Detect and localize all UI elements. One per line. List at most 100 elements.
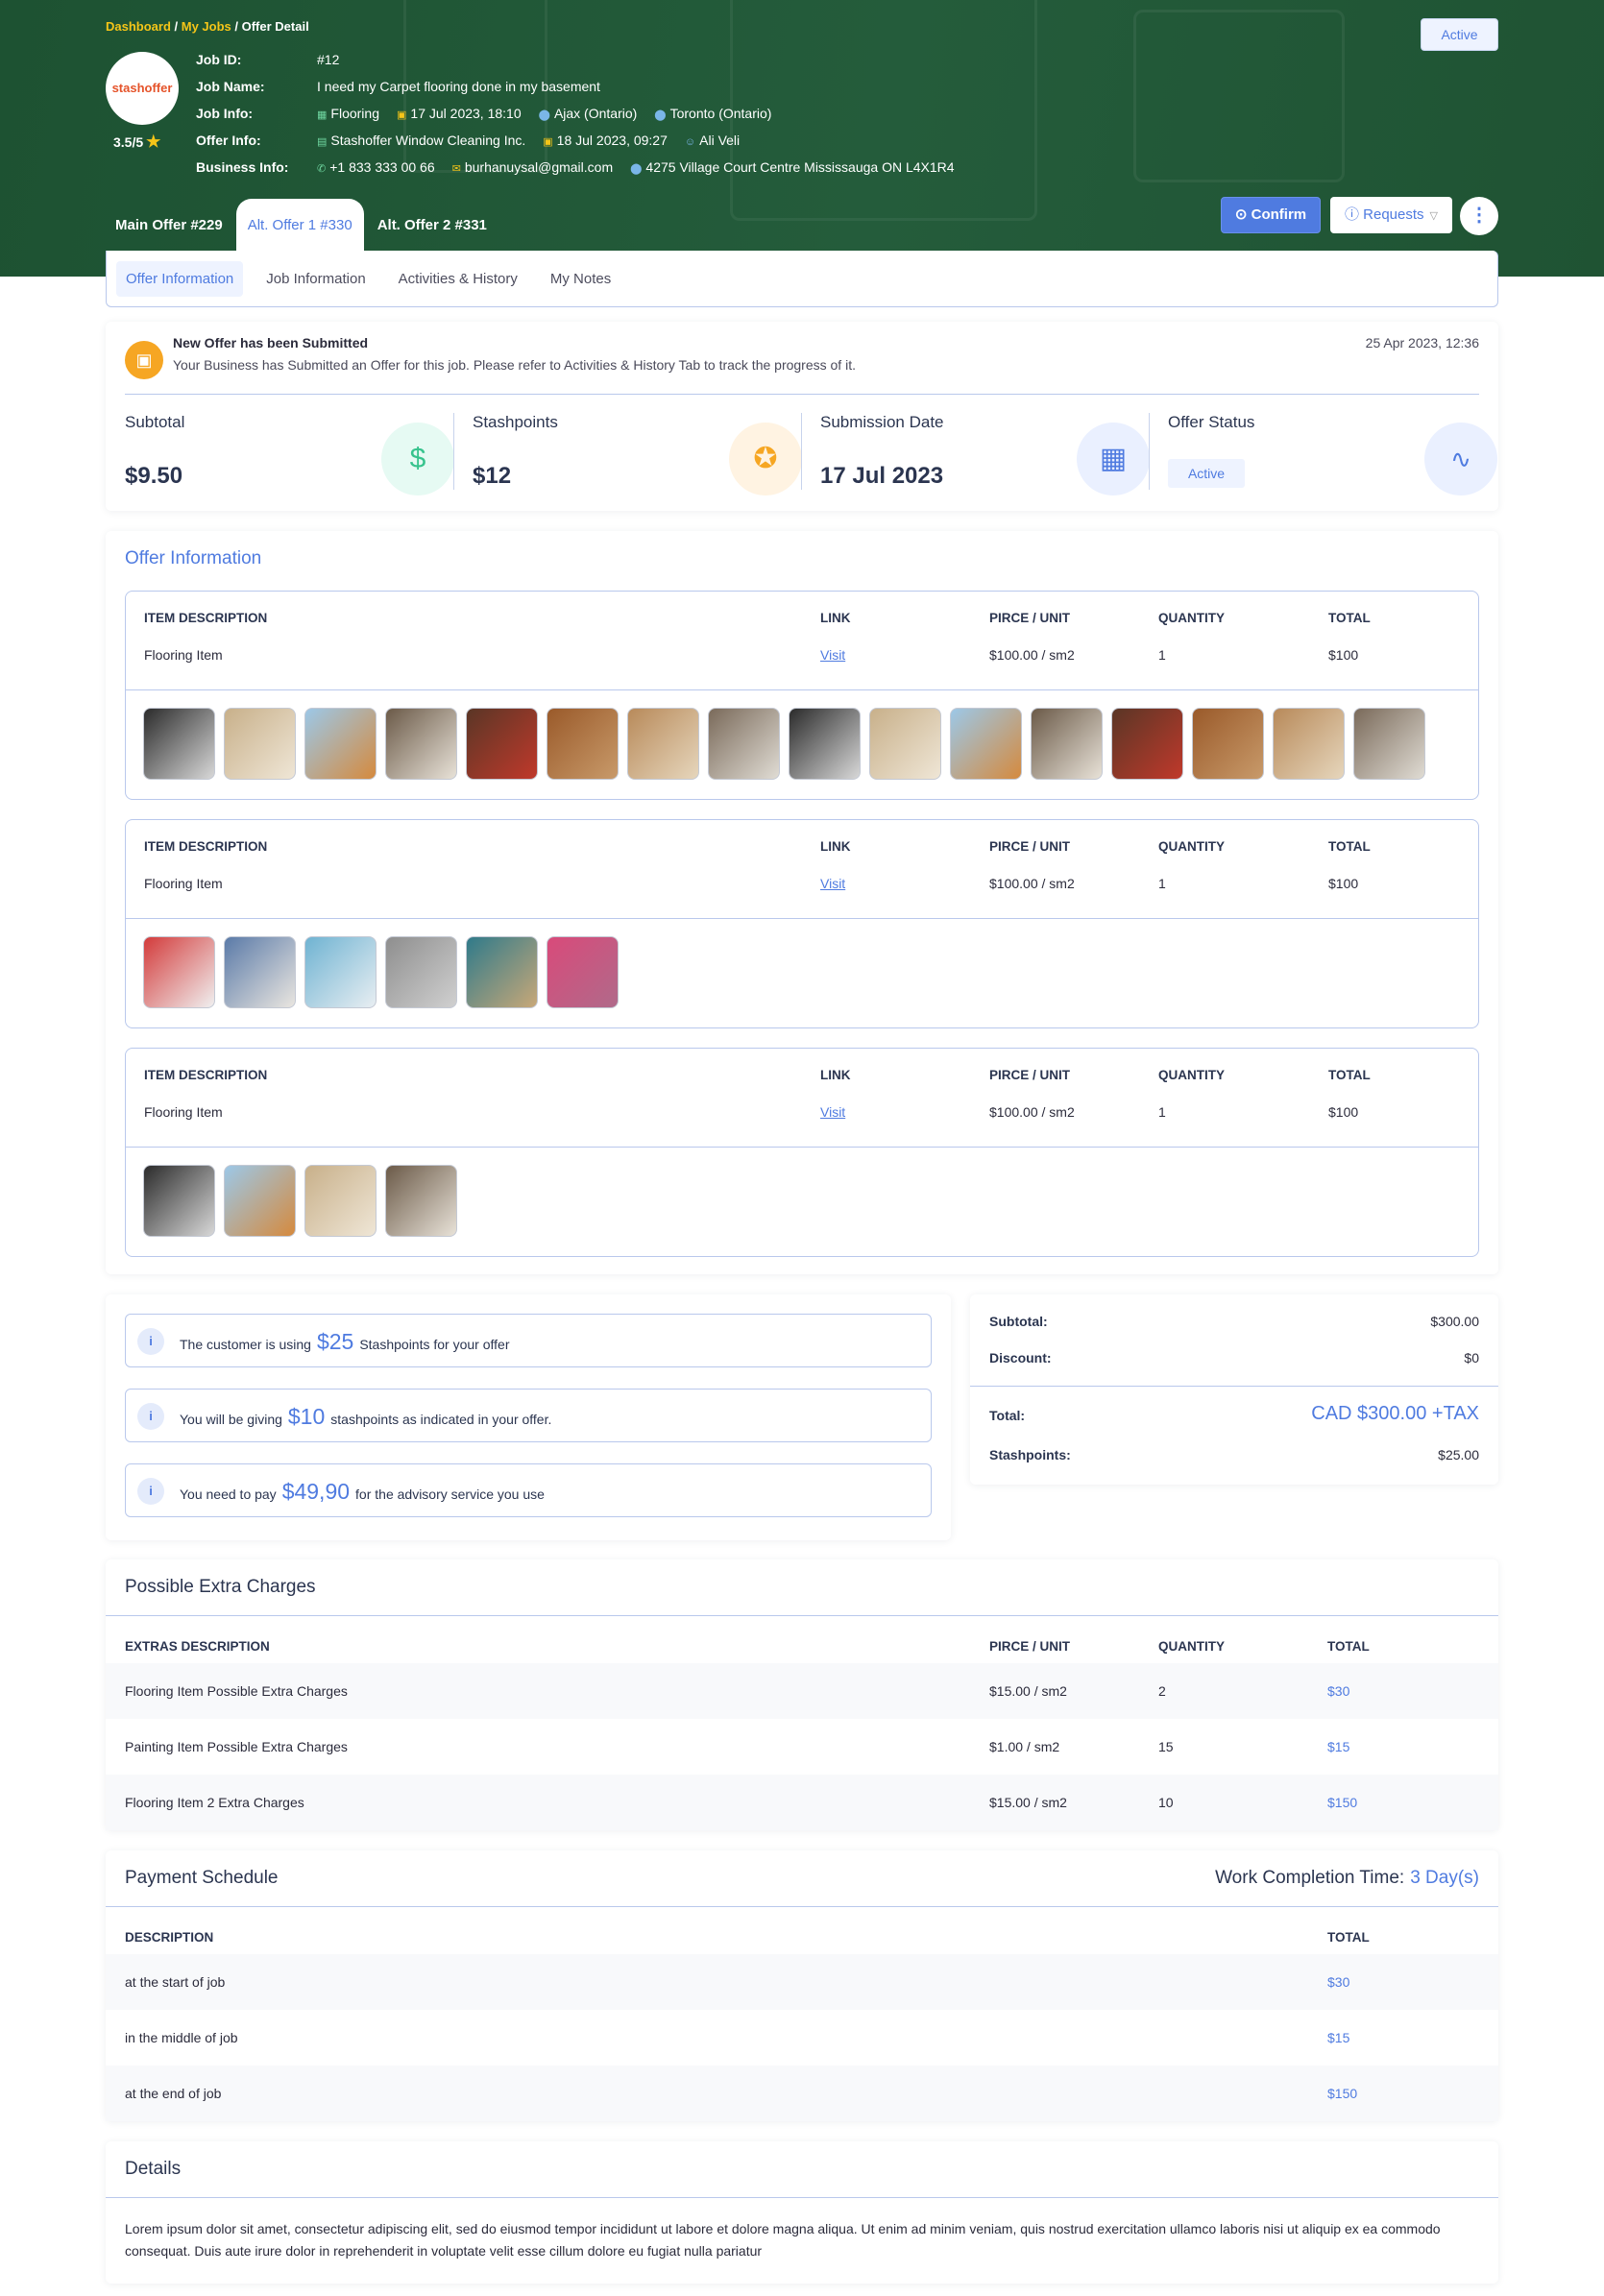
breadcrumb-dashboard[interactable]: Dashboard bbox=[106, 19, 171, 34]
item-price: $100.00 / sm2 bbox=[989, 647, 1075, 663]
tab-my-notes[interactable]: My Notes bbox=[541, 261, 620, 297]
item-photo-thumbnail[interactable] bbox=[1353, 708, 1425, 780]
item-photo-thumbnail[interactable] bbox=[143, 1165, 215, 1237]
visit-link[interactable]: Visit bbox=[820, 647, 845, 663]
item-photo-thumbnail[interactable] bbox=[869, 708, 941, 780]
info-note: i You need to pay $49,90 for the advisory … bbox=[125, 1463, 932, 1517]
section-title: Offer Information bbox=[125, 548, 262, 568]
order-summary-card: Subtotal: $300.00 Discount: $0 Total: CAD $… bbox=[970, 1294, 1498, 1485]
item-photo-thumbnail[interactable] bbox=[385, 936, 457, 1008]
section-title: Payment Schedule bbox=[125, 1868, 279, 1888]
section-title: Details bbox=[125, 2159, 182, 2179]
info-note: i The customer is using $25 Stashpoints fo… bbox=[125, 1314, 932, 1367]
tab-alt-offer-2[interactable]: Alt. Offer 2 #331 bbox=[368, 199, 497, 252]
item-quantity: 1 bbox=[1158, 647, 1166, 663]
item-photos bbox=[143, 708, 1425, 780]
star-icon: ★ bbox=[146, 133, 161, 151]
item-description: Flooring Item bbox=[144, 647, 223, 663]
item-photo-thumbnail[interactable] bbox=[466, 708, 538, 780]
tab-main-offer[interactable]: Main Offer #229 bbox=[106, 199, 232, 252]
item-price: $100.00 / sm2 bbox=[989, 876, 1075, 891]
item-photo-thumbnail[interactable] bbox=[547, 708, 619, 780]
stat-stashpoints: Stashpoints $12 ✪ bbox=[453, 413, 821, 499]
calendar-icon: ▣ bbox=[397, 109, 407, 121]
info-note: i You will be giving $10 stashpoints as in… bbox=[125, 1389, 932, 1442]
item-quantity: 1 bbox=[1158, 876, 1166, 891]
section-title: Possible Extra Charges bbox=[125, 1577, 316, 1597]
item-price: $100.00 / sm2 bbox=[989, 1104, 1075, 1120]
calendar-icon: ▣ bbox=[543, 136, 553, 148]
location-pin-icon: ⬤ bbox=[654, 109, 667, 121]
item-photo-thumbnail[interactable] bbox=[1273, 708, 1345, 780]
tab-job-information[interactable]: Job Information bbox=[256, 261, 375, 297]
breadcrumb: Dashboard / My Jobs / Offer Detail bbox=[106, 19, 309, 34]
requests-dropdown[interactable]: ⓘ Requests ▽ bbox=[1330, 197, 1452, 233]
offer-item: ITEM DESCRIPTION LINK PIRCE / UNIT QUANT… bbox=[125, 1048, 1479, 1257]
item-photo-thumbnail[interactable] bbox=[789, 708, 861, 780]
tab-activities-history[interactable]: Activities & History bbox=[389, 261, 527, 297]
phone-icon: ✆ bbox=[317, 163, 327, 175]
details-text: Lorem ipsum dolor sit amet, consectetur … bbox=[125, 2221, 1441, 2259]
stat-subtotal: Subtotal $9.50 $ bbox=[125, 413, 474, 499]
table-row: at the start of job $30 bbox=[106, 1954, 1498, 2010]
item-photo-thumbnail[interactable] bbox=[304, 936, 377, 1008]
check-circle-icon: ⊙ bbox=[1234, 206, 1252, 223]
item-photo-thumbnail[interactable] bbox=[627, 708, 699, 780]
item-total: $100 bbox=[1328, 1104, 1359, 1120]
info-icon: i bbox=[137, 1403, 164, 1430]
item-photo-thumbnail[interactable] bbox=[143, 936, 215, 1008]
item-photo-thumbnail[interactable] bbox=[304, 708, 377, 780]
item-photo-thumbnail[interactable] bbox=[385, 708, 457, 780]
mail-icon: ✉ bbox=[451, 163, 461, 175]
item-photo-thumbnail[interactable] bbox=[1192, 708, 1264, 780]
breadcrumb-my-jobs[interactable]: My Jobs bbox=[182, 19, 231, 34]
more-options-button[interactable]: ⋮ bbox=[1460, 197, 1498, 235]
item-photo-thumbnail[interactable] bbox=[1031, 708, 1103, 780]
tab-offer-information[interactable]: Offer Information bbox=[116, 260, 244, 297]
table-row: at the end of job $150 bbox=[106, 2066, 1498, 2121]
notice-card: ▣ New Offer has been Submitted Your Busi… bbox=[106, 322, 1498, 511]
calendar-icon: ▦ bbox=[1077, 423, 1150, 495]
item-photo-thumbnail[interactable] bbox=[1111, 708, 1183, 780]
item-quantity: 1 bbox=[1158, 1104, 1166, 1120]
item-photo-thumbnail[interactable] bbox=[224, 708, 296, 780]
grid-icon: ▦ bbox=[317, 109, 328, 121]
offer-information-card: Offer Information ITEM DESCRIPTION LINK … bbox=[106, 531, 1498, 1274]
offer-item: ITEM DESCRIPTION LINK PIRCE / UNIT QUANT… bbox=[125, 591, 1479, 800]
item-photo-thumbnail[interactable] bbox=[385, 1165, 457, 1237]
item-photos bbox=[143, 936, 619, 1008]
section-nav: Offer Information Job Information Activi… bbox=[106, 251, 1498, 307]
stashpoints-notes-card: i The customer is using $25 Stashpoints fo… bbox=[106, 1294, 951, 1540]
award-icon: ✪ bbox=[729, 423, 802, 495]
item-description: Flooring Item bbox=[144, 1104, 223, 1120]
offer-status-badge: Active bbox=[1421, 18, 1498, 51]
dollar-icon: $ bbox=[381, 423, 454, 495]
item-total: $100 bbox=[1328, 647, 1359, 663]
tab-alt-offer-1[interactable]: Alt. Offer 1 #330 bbox=[235, 199, 364, 252]
item-photo-thumbnail[interactable] bbox=[304, 1165, 377, 1237]
header-banner: Dashboard / My Jobs / Offer Detail Activ… bbox=[0, 0, 1604, 277]
chevron-down-icon: ▽ bbox=[1429, 210, 1438, 222]
company-rating: 3.5/5 ★ bbox=[113, 133, 161, 151]
item-photo-thumbnail[interactable] bbox=[708, 708, 780, 780]
item-total: $100 bbox=[1328, 876, 1359, 891]
item-photos bbox=[143, 1165, 457, 1237]
item-photo-thumbnail[interactable] bbox=[143, 708, 215, 780]
question-icon: ⓘ bbox=[1344, 206, 1364, 223]
location-pin-icon: ⬤ bbox=[630, 163, 643, 175]
breadcrumb-current: Offer Detail bbox=[241, 19, 309, 34]
item-photo-thumbnail[interactable] bbox=[224, 1165, 296, 1237]
activity-wave-icon: ∿ bbox=[1424, 423, 1497, 495]
item-photo-thumbnail[interactable] bbox=[224, 936, 296, 1008]
item-photo-thumbnail[interactable] bbox=[950, 708, 1022, 780]
confirm-button[interactable]: ⊙ Confirm bbox=[1221, 197, 1321, 233]
visit-link[interactable]: Visit bbox=[820, 1104, 845, 1120]
job-name: I need my Carpet flooring done in my bas… bbox=[317, 79, 600, 94]
payment-schedule-card: Payment Schedule Work Completion Time: 3 … bbox=[106, 1850, 1498, 2121]
table-row: Painting Item Possible Extra Charges $1.… bbox=[125, 1739, 1350, 1754]
item-photo-thumbnail[interactable] bbox=[547, 936, 619, 1008]
briefcase-icon: ▣ bbox=[125, 341, 163, 379]
table-row: Flooring Item Possible Extra Charges $15… bbox=[106, 1663, 1498, 1719]
visit-link[interactable]: Visit bbox=[820, 876, 845, 891]
item-photo-thumbnail[interactable] bbox=[466, 936, 538, 1008]
